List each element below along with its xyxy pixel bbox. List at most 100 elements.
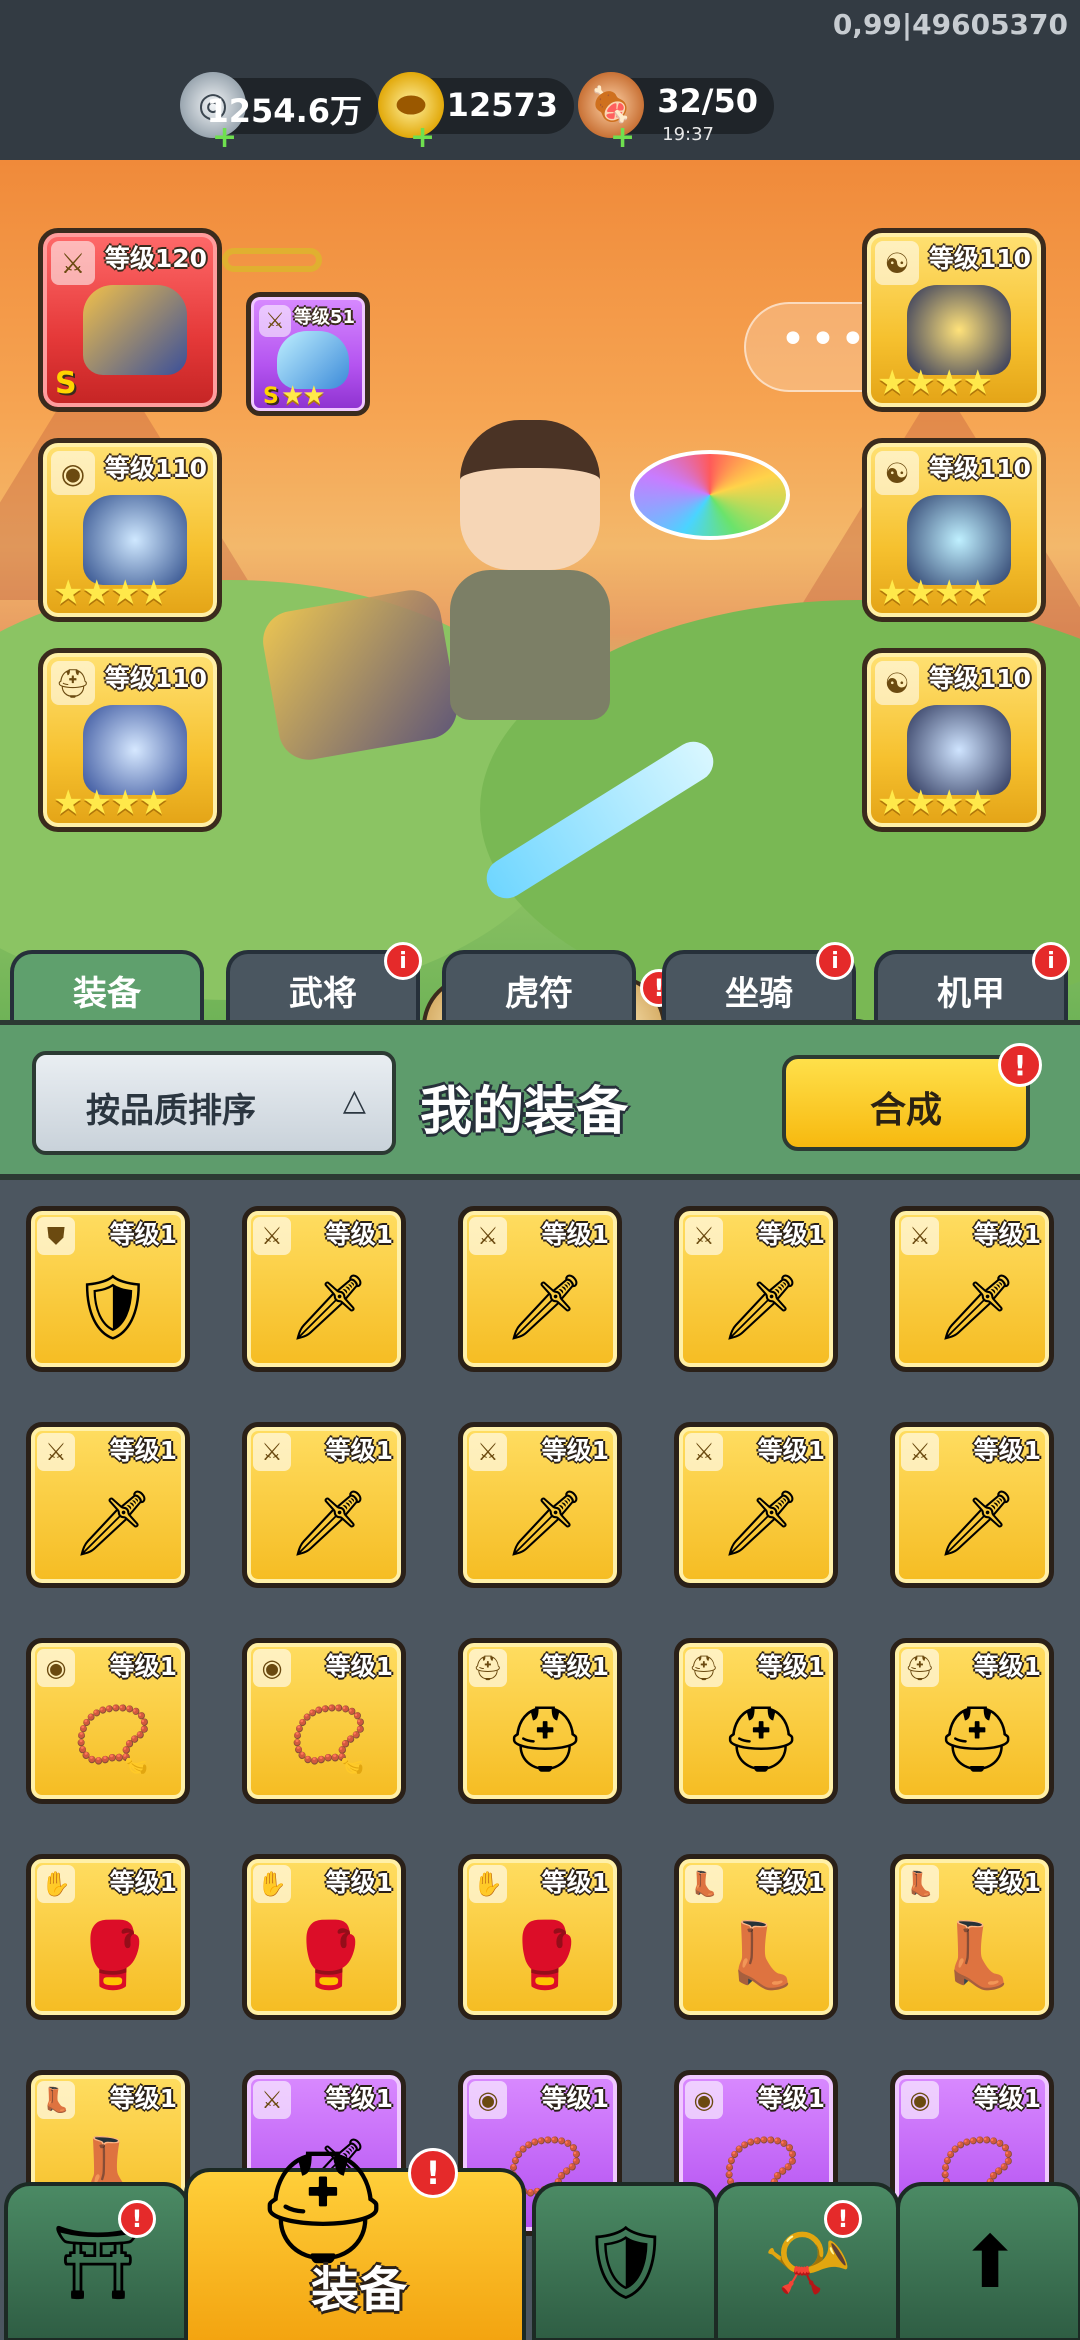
compose-button[interactable]: 合成 ! [782,1043,1042,1151]
boot-icon: 👢 [937,1918,1017,1993]
helmet-art [83,705,187,795]
tab-label: 坐骑 [725,974,793,1014]
gold-resource[interactable]: ⬬ + 12573 [378,72,574,155]
tab-generals[interactable]: 武将 i [226,942,422,1024]
inventory-item[interactable]: ⚔ 等级1 🗡 [890,1206,1054,1372]
tab-mount[interactable]: 坐骑 i [662,942,856,1024]
item-level: 等级1 [541,1220,609,1249]
yin-yang-icon: ☯ [875,661,919,705]
inventory-item[interactable]: ⛑ 等级1 ⛑ [674,1638,838,1804]
add-stamina-icon[interactable]: + [610,120,635,155]
inventory-item[interactable]: ✋ 等级1 🥊 [26,1854,190,2020]
helmet-type-icon: ⛑ [901,1649,939,1687]
inventory-item[interactable]: ⚔ 等级1 🗡 [242,1422,406,1588]
nav-equipment[interactable]: ⛑ 装备 ! [184,2143,526,2340]
item-level: 等级1 [973,1652,1041,1681]
tab-equipment[interactable]: 装备 [10,950,204,1024]
add-gold-icon[interactable]: + [410,120,435,155]
sword-type-icon: ⚔ [253,1433,291,1471]
stamina-resource[interactable]: 🍖 + 32/50 19:37 [578,72,774,155]
stamina-timer: 19:37 [662,124,714,145]
slot-stars: ★★★★ [877,783,993,823]
bracer-icon: 🥊 [289,1918,369,1993]
equip-slot-right-1[interactable]: ☯ 等级110 ★★★★ [862,228,1046,412]
item-level: 等级1 [325,2084,393,2113]
helmet-icon: ⛑ [504,1702,586,1777]
sword-icon: 🗡 [72,1486,154,1561]
inventory-item[interactable]: ⛑ 等级1 ⛑ [458,1638,622,1804]
medal-icon: ◉ [51,451,95,495]
nav-horn[interactable]: 📯 ! [714,2182,900,2340]
more-menu-icon[interactable]: ••• [780,314,870,365]
item-level: 等级1 [109,1220,177,1249]
inventory-item[interactable]: ⚔ 等级1 🗡 [458,1422,622,1588]
compose-label: 合成 [869,1090,942,1131]
silver-resource[interactable]: ◎ + 1254.6万 [180,72,378,155]
amulet-icon [83,495,187,585]
equip-slot-weapon-sub[interactable]: ⚔ 等级51 S ★★ [246,292,370,416]
lotus-art [630,450,790,540]
inventory-item[interactable]: ⚔ 等级1 🗡 [458,1206,622,1372]
inventory-item[interactable]: ⚔ 等级1 🗡 [890,1422,1054,1588]
gauntlet-art [907,495,1011,585]
gold-value: 12573 [446,86,558,124]
item-level: 等级1 [757,1436,825,1465]
sword-type-icon: ⚔ [469,1217,507,1255]
medal-type-icon: ◉ [901,2081,939,2119]
inventory-item[interactable]: ⚔ 等级1 🗡 [674,1422,838,1588]
tab-mecha[interactable]: 机甲 i [874,942,1070,1024]
hero-scene: ••• ⚔ 等级120 S ⚔ 等级51 S ★★ ◉ 等级110 ★★★★ ⛑ [0,160,1080,1020]
equipment-panel-header: 按品质排序 △ 我的装备 合成 ! [0,1020,1080,1180]
boot-type-icon: 👢 [901,1865,939,1903]
nav-battle[interactable]: 🛡 [532,2182,718,2340]
category-tabs: 装备 武将 i 虎符 坐骑 i 机甲 i [0,942,1080,1024]
nav-upgrade[interactable]: ⬆ [896,2182,1080,2340]
inventory-item[interactable]: ✋ 等级1 🥊 [242,1854,406,2020]
medal-type-icon: ◉ [37,1649,75,1687]
alert-badge: ! [824,2200,862,2238]
item-level: 等级1 [109,2084,177,2113]
sword-type-icon: ⚔ [37,1433,75,1471]
inventory-item[interactable]: ✋ 等级1 🥊 [458,1854,622,2020]
item-level: 等级1 [541,1652,609,1681]
inventory-item[interactable]: ⛑ 等级1 ⛑ [890,1638,1054,1804]
slot-grade: S [55,366,77,401]
hero-head [460,420,600,570]
inventory-item[interactable]: ⚔ 等级1 🗡 [242,1206,406,1372]
inventory-item[interactable]: ◉ 等级1 📿 [26,1638,190,1804]
item-level: 等级1 [757,2084,825,2113]
slot-stars: ★★★★ [877,363,993,403]
sword-type-icon: ⚔ [685,1433,723,1471]
slot-level: 等级51 [293,307,355,328]
helmet-type-icon: ⛑ [469,1649,507,1687]
sword-type-icon: ⚔ [901,1433,939,1471]
inventory-item[interactable]: 👢 等级1 👢 [890,1854,1054,2020]
sort-by-quality-button[interactable]: 按品质排序 △ [32,1051,396,1155]
equip-slot-right-3[interactable]: ☯ 等级110 ★★★★ [862,648,1046,832]
item-level: 等级1 [973,1220,1041,1249]
sword-icon: ⚔ [51,241,95,285]
inventory-item[interactable]: ⛊ 等级1 🛡 [26,1206,190,1372]
sword-icon: 🗡 [936,1270,1018,1345]
sort-label: 按品质排序 [86,1091,256,1131]
sword-type-icon: ⚔ [469,1433,507,1471]
sword-icon: 🗡 [288,1270,370,1345]
inventory-item[interactable]: ⚔ 等级1 🗡 [674,1206,838,1372]
equip-slot-right-2[interactable]: ☯ 等级110 ★★★★ [862,438,1046,622]
inventory-item[interactable]: 👢 等级1 👢 [674,1854,838,2020]
helmet-icon: ⛑ [720,1702,802,1777]
equip-slot-helmet[interactable]: ⛑ 等级110 ★★★★ [38,648,222,832]
build-id: 0,99|49605370 [832,8,1068,41]
equip-slot-medal[interactable]: ◉ 等级110 ★★★★ [38,438,222,622]
equip-slot-weapon[interactable]: ⚔ 等级120 S [38,228,222,412]
inventory-item[interactable]: ◉ 等级1 📿 [242,1638,406,1804]
item-level: 等级1 [541,1436,609,1465]
inventory-item[interactable]: ⚔ 等级1 🗡 [26,1422,190,1588]
slot-stars: ★★★★ [53,573,169,613]
yin-yang-icon: ☯ [875,451,919,495]
nav-main-city[interactable]: ⛩ ! [4,2182,190,2340]
tab-tiger-tally[interactable]: 虎符 [442,950,636,1024]
hero-character[interactable] [420,420,640,720]
helmet-icon: ⛑ [51,661,95,705]
item-level: 等级1 [109,1652,177,1681]
